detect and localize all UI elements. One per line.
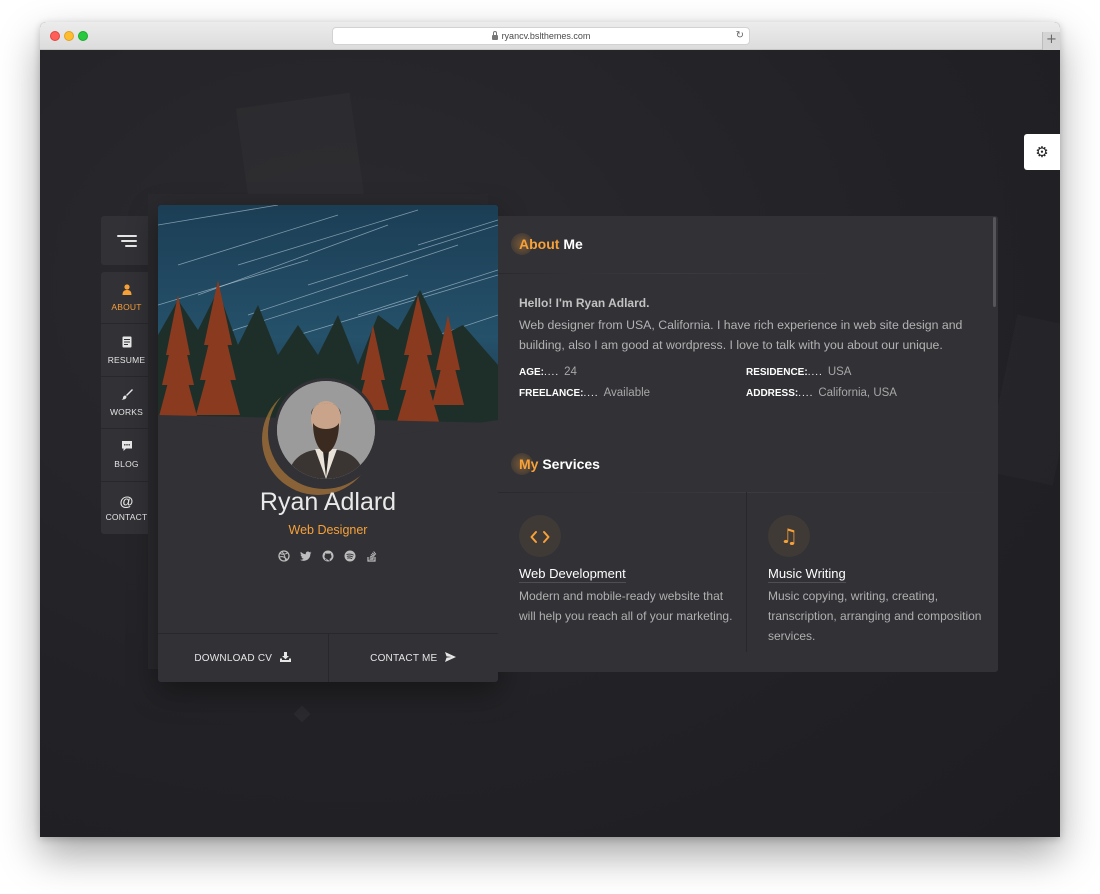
hamburger-icon	[116, 232, 137, 250]
address-bar[interactable]: ryancv.bslthemes.com ↻	[332, 27, 750, 45]
twitter-icon[interactable]	[300, 550, 313, 563]
info-age: AGE:.... 24	[519, 366, 746, 379]
download-cv-button[interactable]: DOWNLOAD CV	[158, 634, 328, 682]
social-links	[158, 550, 498, 563]
download-cv-label: DOWNLOAD CV	[194, 652, 273, 664]
nav-label: WORKS	[109, 406, 144, 417]
service-title: Web Development	[519, 566, 626, 583]
browser-titlebar: ryancv.bslthemes.com ↻ +	[40, 22, 1060, 50]
stack-overflow-icon[interactable]	[366, 550, 379, 563]
person-icon	[122, 284, 132, 298]
nav-label: RESUME	[107, 354, 146, 365]
browser-window: ryancv.bslthemes.com ↻ + ⚙ ABOUT RESUME …	[40, 22, 1060, 837]
info-value: USA	[827, 366, 852, 378]
code-icon	[519, 515, 561, 557]
info-residence: RESIDENCE:.... USA	[746, 366, 973, 379]
profile-role: Web Designer	[288, 523, 368, 537]
service-description: Modern and mobile-ready website that wil…	[519, 589, 733, 623]
close-window-button[interactable]	[50, 31, 60, 41]
nav-label: ABOUT	[111, 301, 142, 312]
about-greeting: Hello! I'm Ryan Adlard.	[519, 296, 650, 310]
info-key: FREELANCE:	[519, 388, 584, 399]
nav-label: BLOG	[114, 459, 139, 470]
info-address: ADDRESS:.... California, USA	[746, 387, 973, 400]
menu-toggle-button[interactable]	[101, 216, 152, 265]
nav-item-about[interactable]: ABOUT	[101, 272, 152, 325]
nav-item-works[interactable]: WORKS	[101, 377, 152, 430]
at-icon: @	[119, 492, 134, 509]
nav-item-contact[interactable]: @ CONTACT	[101, 482, 152, 534]
about-text: Web designer from USA, California. I hav…	[519, 318, 963, 352]
info-key: ADDRESS:	[746, 388, 799, 399]
profile-card: Ryan Adlard Web Designer DOWNLOAD CV CON…	[158, 205, 498, 682]
divider	[498, 273, 838, 274]
title-rest: Me	[559, 236, 583, 252]
info-dots: ....	[807, 367, 823, 378]
card-actions: DOWNLOAD CV CONTACT ME	[158, 633, 498, 682]
nav-item-resume[interactable]: RESUME	[101, 324, 152, 377]
about-section-title: About Me	[511, 233, 583, 255]
info-value: Available	[603, 387, 651, 399]
lock-icon	[491, 30, 498, 40]
content-panel[interactable]: About Me Hello! I'm Ryan Adlard. Web des…	[498, 216, 998, 672]
music-icon: ♫	[768, 515, 810, 557]
contact-me-button[interactable]: CONTACT ME	[327, 634, 499, 682]
settings-button[interactable]: ⚙	[1024, 134, 1060, 170]
scrollbar-thumb[interactable]	[993, 217, 996, 307]
info-value: 24	[564, 366, 577, 378]
service-description: Music copying, writing, creating, transc…	[768, 589, 982, 643]
info-freelance: FREELANCE:.... Available	[519, 387, 746, 400]
github-icon[interactable]	[322, 550, 335, 563]
profile-name: Ryan Adlard	[259, 488, 397, 516]
title-accent: About	[519, 236, 560, 252]
info-dots: ....	[583, 388, 599, 399]
comment-icon	[121, 440, 133, 455]
nav-item-blog[interactable]: BLOG	[101, 429, 152, 482]
info-dots: ....	[798, 388, 814, 399]
avatar	[274, 378, 378, 482]
info-key: RESIDENCE:	[746, 367, 808, 378]
page-viewport: ⚙ ABOUT RESUME WORKS BLOG @ CONTACT Ryan…	[40, 50, 1060, 837]
dribbble-icon[interactable]	[278, 550, 291, 563]
services-section-title: My Services	[511, 453, 600, 475]
info-value: California, USA	[818, 387, 897, 399]
address-bar-url: ryancv.bslthemes.com	[501, 31, 591, 41]
gear-icon: ⚙	[1035, 143, 1049, 161]
side-navigation: ABOUT RESUME WORKS BLOG @ CONTACT	[101, 272, 152, 534]
background-decoration	[293, 705, 311, 723]
spotify-icon[interactable]	[344, 550, 357, 563]
service-web-development: Web Development Modern and mobile-ready …	[498, 492, 746, 652]
brush-icon	[121, 388, 133, 403]
document-icon	[122, 336, 132, 351]
avatar-photo	[277, 381, 375, 479]
reload-icon[interactable]: ↻	[736, 30, 744, 41]
maximize-window-button[interactable]	[78, 31, 88, 41]
new-tab-button[interactable]: +	[1042, 32, 1060, 50]
title-rest: Services	[538, 456, 600, 472]
download-icon	[280, 651, 292, 665]
title-accent: My	[519, 456, 539, 472]
services-list: Web Development Modern and mobile-ready …	[498, 492, 998, 672]
minimize-window-button[interactable]	[64, 31, 74, 41]
contact-me-label: CONTACT ME	[370, 652, 438, 664]
info-dots: ....	[544, 367, 560, 378]
info-key: AGE:	[519, 367, 544, 378]
nav-label: CONTACT	[105, 511, 148, 522]
service-music-writing: ♫ Music Writing Music copying, writing, …	[746, 492, 994, 652]
info-list: AGE:.... 24 RESIDENCE:.... USA FREELANCE:.…	[519, 366, 989, 400]
service-title: Music Writing	[768, 566, 846, 583]
send-icon	[445, 651, 457, 665]
